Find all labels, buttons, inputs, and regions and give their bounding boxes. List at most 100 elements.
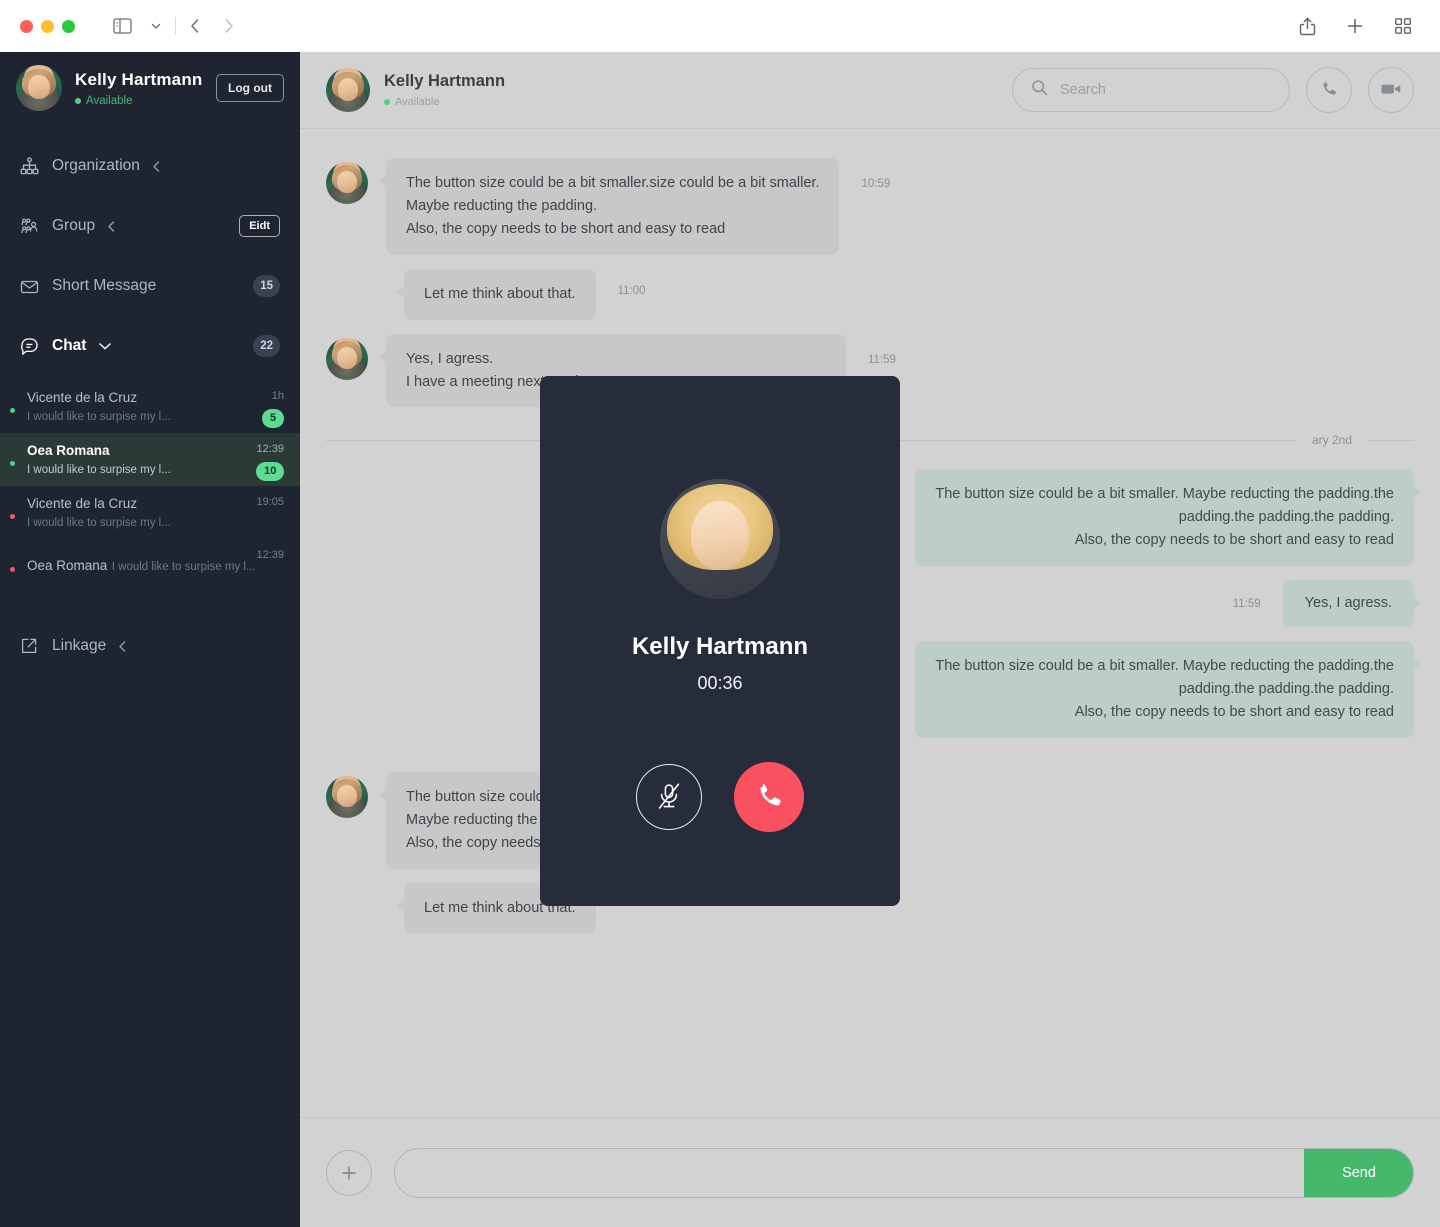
attach-button[interactable] (326, 1149, 372, 1196)
traffic-lights (20, 19, 75, 33)
sidebar-profile-text: Kelly Hartmann Available (75, 70, 216, 107)
share-icon[interactable] (1290, 9, 1324, 43)
chat-item-time: 12:39 (256, 548, 284, 561)
chat-item-preview: I would like to surpise my l... (27, 410, 171, 423)
chat-list-item[interactable]: Vicente de la Cruz I would like to surpi… (0, 380, 300, 433)
minimize-window-button[interactable] (41, 19, 54, 33)
message-bubble-outgoing: The button size could be a bit smaller. … (915, 469, 1421, 567)
message-line: Also, the copy needs to be short and eas… (1074, 532, 1394, 549)
message-bubble-incoming: The button size could be a bit smaller.s… (378, 158, 840, 255)
conversation-header: Kelly Hartmann Available (300, 52, 1440, 129)
chat-item-time: 1h (271, 389, 284, 402)
sidebar-item-label: Group (52, 217, 96, 234)
chat-item-meta: 19:05 (256, 492, 284, 534)
organization-icon (20, 156, 46, 176)
chat-item-name: Oea Romana (27, 442, 110, 458)
avatar (326, 775, 368, 818)
message-bubble-incoming: Let me think about that. (397, 268, 596, 320)
avatar (326, 162, 368, 204)
sidebar-item-label: Organization (52, 157, 140, 174)
sidebar-nav: Organization Group Eidt Short Message 15… (0, 136, 300, 376)
audio-call-button[interactable] (1306, 67, 1352, 113)
chat-list: Vicente de la Cruz I would like to surpi… (0, 380, 300, 592)
chevron-left-icon[interactable] (152, 160, 161, 173)
group-edit-button[interactable]: Eidt (239, 215, 280, 237)
sidebar-profile: Kelly Hartmann Available Log out (0, 52, 300, 124)
chat-item-time: 19:05 (256, 495, 284, 508)
sidebar-item-short-message[interactable]: Short Message 15 (0, 256, 300, 316)
conversation-title: Kelly Hartmann (384, 72, 506, 90)
chevron-left-icon[interactable] (118, 640, 127, 653)
call-modal: Kelly Hartmann 00:36 (540, 376, 900, 906)
sidebar-item-label: Linkage (52, 637, 107, 654)
back-icon[interactable] (178, 9, 212, 43)
avatar (326, 337, 368, 380)
search-box[interactable] (1012, 68, 1290, 112)
chevron-left-icon[interactable] (107, 220, 116, 233)
call-duration: 00:36 (697, 673, 743, 693)
mute-button[interactable] (636, 764, 702, 830)
chevron-down-icon[interactable] (139, 9, 173, 43)
video-call-icon (1380, 80, 1402, 101)
chat-item-preview: I would like to surpise my l... (27, 516, 171, 529)
chat-list-item[interactable]: Oea Romana I would like to surpise my l.… (0, 433, 300, 486)
sidebar-toggle-icon[interactable] (105, 9, 139, 43)
message-input-wrapper: Send (394, 1147, 1414, 1198)
send-button[interactable]: Send (1304, 1148, 1413, 1197)
tab-overview-icon[interactable] (1386, 9, 1420, 43)
sidebar-item-organization[interactable]: Organization (0, 136, 300, 196)
sidebar-item-chat[interactable]: Chat 22 (0, 316, 300, 376)
message-time: 10:59 (861, 178, 891, 190)
sidebar-badge: 15 (253, 275, 280, 297)
chevron-down-icon[interactable] (98, 341, 112, 351)
message-row: Let me think about that. 11:00 (326, 268, 1414, 320)
window-titlebar (0, 0, 1440, 52)
call-controls (636, 762, 804, 832)
search-icon (1031, 79, 1048, 101)
sidebar-item-linkage[interactable]: Linkage (0, 616, 300, 676)
chat-item-text: Vicente de la Cruz I would like to surpi… (27, 389, 262, 425)
status-dot-icon (75, 97, 81, 104)
call-avatar (660, 479, 780, 599)
search-input[interactable] (1060, 82, 1271, 98)
date-divider-label: ary 2nd (1311, 433, 1352, 448)
sidebar-item-group[interactable]: Group Eidt (0, 196, 300, 256)
plus-icon (339, 1163, 359, 1183)
chat-item-text: Vicente de la Cruz I would like to surpi… (27, 495, 256, 531)
message-composer: Send (300, 1117, 1440, 1227)
message-time: 11:59 (1232, 598, 1261, 611)
presence-dot-icon (8, 511, 17, 521)
close-window-button[interactable] (20, 19, 33, 33)
sidebar-item-label: Short Message (52, 277, 157, 294)
chat-item-name: Vicente de la Cruz (27, 495, 138, 511)
sidebar: Kelly Hartmann Available Log out Organiz… (0, 52, 300, 1227)
call-contact-name: Kelly Hartmann (631, 633, 809, 660)
message-row: The button size could be a bit smaller.s… (326, 158, 1414, 255)
chat-item-preview: I would like to surpise my l... (27, 463, 171, 476)
chat-list-item[interactable]: Oea Romana I would like to surpise my l.… (0, 539, 300, 592)
message-bubble-outgoing: The button size could be a bit smaller. … (915, 641, 1421, 738)
hangup-button[interactable] (734, 762, 804, 832)
conversation-status-label: Available (395, 96, 440, 108)
logout-button[interactable]: Log out (216, 74, 284, 102)
video-call-button[interactable] (1368, 67, 1414, 113)
conversation-status: Available (384, 96, 505, 108)
presence-dot-icon (8, 405, 17, 415)
chat-item-unread-badge: 5 (262, 408, 284, 428)
status-dot-icon (384, 99, 390, 105)
phone-hangup-icon (753, 780, 785, 815)
toolbar-divider (175, 17, 176, 35)
phone-call-icon (1319, 79, 1339, 102)
forward-icon[interactable] (212, 9, 246, 43)
zoom-window-button[interactable] (62, 19, 75, 33)
chat-item-text: Oea Romana I would like to surpise my l.… (27, 557, 256, 575)
chat-item-name: Oea Romana (27, 557, 108, 573)
message-line: padding.the padding.the padding. (1178, 509, 1394, 526)
new-tab-icon[interactable] (1338, 9, 1372, 43)
message-bubble-outgoing: Yes, I agress. (1282, 580, 1422, 628)
avatar (326, 68, 370, 112)
sidebar-badge: 22 (253, 335, 280, 357)
message-line: Also, the copy needs to be short and eas… (406, 220, 726, 237)
chat-list-item[interactable]: Vicente de la Cruz I would like to surpi… (0, 486, 300, 539)
message-input[interactable] (395, 1148, 1304, 1197)
